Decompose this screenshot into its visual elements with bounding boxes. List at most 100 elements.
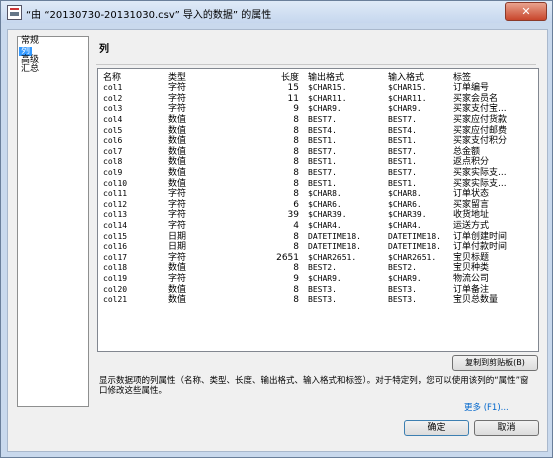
cell-label: 宝贝总数量 (453, 295, 499, 306)
cell-length: 8 (293, 146, 299, 157)
table-row[interactable]: col17 字符 2651 $CHAR2651. $CHAR2651. 宝贝标题 (98, 253, 538, 264)
cell-label: 宝贝种类 (453, 263, 490, 274)
cell-length: 39 (287, 210, 299, 221)
cell-type: 日期 (168, 242, 187, 253)
dialog-content: 常规 列 高级 汇总 列 名称 类型 长度 输出格式 输入格式 标签 col1 … (7, 29, 548, 452)
cell-output-format: $CHAR39. (308, 210, 347, 220)
cell-type: 字符 (168, 252, 187, 263)
cell-length: 8 (293, 125, 299, 136)
cell-label: 买家支付宝... (453, 104, 507, 115)
table-row[interactable]: col21 数值 8 BEST3. BEST3. 宝贝总数量 (98, 295, 538, 306)
columns-table: 名称 类型 长度 输出格式 输入格式 标签 col1 字符 15 $CHAR15. $C… (97, 68, 539, 352)
cell-type: 字符 (168, 104, 187, 115)
cell-name: col2 (103, 93, 123, 103)
cell-type: 字符 (168, 189, 187, 200)
cell-output-format: BEST3. (308, 284, 337, 294)
copy-to-clipboard-button[interactable]: 复制到剪贴板(B) (452, 355, 538, 371)
table-row[interactable]: col2 字符 11 $CHAR11. $CHAR11. 买家会员名 (98, 94, 538, 105)
cell-output-format: BEST7. (308, 146, 337, 156)
cell-name: col9 (103, 168, 123, 178)
table-row[interactable]: col12 字符 6 $CHAR6. $CHAR6. 买家留言 (98, 200, 538, 211)
table-row[interactable]: col4 数值 8 BEST7. BEST7. 买家应付货款 (98, 115, 538, 126)
table-row[interactable]: col20 数值 8 BEST3. BEST3. 订单备注 (98, 284, 538, 295)
nav-item-summary[interactable]: 汇总 (18, 65, 88, 74)
cell-name: col15 (103, 231, 128, 241)
column-header-output-format[interactable]: 输出格式 (303, 69, 383, 83)
cell-name: col1 (103, 83, 123, 93)
cell-length: 11 (287, 93, 299, 104)
cell-input-format: $CHAR39. (388, 210, 427, 220)
cell-output-format: BEST1. (308, 136, 337, 146)
cell-input-format: $CHAR8. (388, 189, 422, 199)
column-header-input-format[interactable]: 输入格式 (383, 69, 448, 83)
table-row[interactable]: col5 数值 8 BEST4. BEST4. 买家应付邮费 (98, 125, 538, 136)
column-header-label[interactable]: 标签 (448, 69, 538, 83)
table-row[interactable]: col6 数值 8 BEST1. BEST1. 买家支付积分 (98, 136, 538, 147)
cell-name: col13 (103, 210, 128, 220)
table-row[interactable]: col7 数值 8 BEST7. BEST7. 总金额 (98, 147, 538, 158)
cell-name: col3 (103, 104, 123, 114)
cell-type: 数值 (168, 146, 187, 157)
cell-input-format: BEST7. (388, 146, 417, 156)
cell-input-format: BEST3. (388, 284, 417, 294)
column-header-length[interactable]: 长度 (248, 69, 303, 83)
cell-label: 买家留言 (453, 199, 490, 210)
cell-length: 8 (293, 231, 299, 242)
table-row[interactable]: col18 数值 8 BEST2. BEST2. 宝贝种类 (98, 263, 538, 274)
cell-label: 买家实际支... (453, 178, 507, 189)
column-header-type[interactable]: 类型 (163, 69, 248, 83)
cell-name: col19 (103, 273, 128, 283)
window-title: “由 “20130730-20131030.csv” 导入的数据” 的属性 (26, 10, 272, 21)
cell-type: 字符 (168, 83, 187, 94)
cell-type: 数值 (168, 178, 187, 189)
nav-item-general[interactable]: 常规 (18, 37, 88, 46)
cell-input-format: $CHAR4. (388, 221, 422, 231)
cell-length: 4 (293, 221, 299, 232)
table-row[interactable]: col19 字符 9 $CHAR9. $CHAR9. 物流公司 (98, 274, 538, 285)
cell-output-format: $CHAR15. (308, 83, 347, 93)
cell-output-format: $CHAR9. (308, 104, 342, 114)
cell-type: 字符 (168, 221, 187, 232)
cell-name: col6 (103, 136, 123, 146)
cell-label: 总金额 (453, 146, 481, 157)
close-button[interactable]: ✕ (505, 2, 547, 21)
table-row[interactable]: col1 字符 15 $CHAR15. $CHAR15. 订单编号 (98, 83, 538, 94)
cell-input-format: $CHAR11. (388, 93, 427, 103)
more-help-link[interactable]: 更多 (F1)... (464, 403, 509, 413)
table-row[interactable]: col15 日期 8 DATETIME18. DATETIME18. 订单创建时间 (98, 231, 538, 242)
cell-length: 8 (293, 136, 299, 147)
table-row[interactable]: col10 数值 8 BEST1. BEST1. 买家实际支... (98, 178, 538, 189)
ok-button[interactable]: 确定 (404, 420, 469, 436)
cell-input-format: $CHAR2651. (388, 252, 437, 262)
cancel-button[interactable]: 取消 (474, 420, 539, 436)
cell-type: 字符 (168, 273, 187, 284)
cell-output-format: $CHAR4. (308, 221, 342, 231)
cell-length: 8 (293, 295, 299, 306)
table-row[interactable]: col9 数值 8 BEST7. BEST7. 买家实际支... (98, 168, 538, 179)
cell-type: 字符 (168, 199, 187, 210)
cell-output-format: BEST2. (308, 263, 337, 273)
table-row[interactable]: col8 数值 8 BEST1. BEST1. 返点积分 (98, 157, 538, 168)
table-row[interactable]: col13 字符 39 $CHAR39. $CHAR39. 收货地址 (98, 210, 538, 221)
table-row[interactable]: col3 字符 9 $CHAR9. $CHAR9. 买家支付宝... (98, 104, 538, 115)
column-header-name[interactable]: 名称 (98, 69, 163, 83)
table-row[interactable]: col14 字符 4 $CHAR4. $CHAR4. 运送方式 (98, 221, 538, 232)
cell-type: 数值 (168, 136, 187, 147)
cell-length: 8 (293, 178, 299, 189)
cell-type: 数值 (168, 115, 187, 126)
section-title: 列 (99, 44, 109, 55)
cell-output-format: $CHAR11. (308, 93, 347, 103)
cell-input-format: $CHAR9. (388, 104, 422, 114)
cell-length: 6 (293, 199, 299, 210)
description-panel: 显示数据项的列属性（名称、类型、长度、输出格式、输入格式和标签）。对于特定列，您… (97, 375, 529, 417)
cell-type: 日期 (168, 231, 187, 242)
title-bar: “由 “20130730-20131030.csv” 导入的数据” 的属性 ✕ (1, 1, 552, 23)
cell-length: 8 (293, 284, 299, 295)
table-row[interactable]: col16 日期 8 DATETIME18. DATETIME18. 订单付款时间 (98, 242, 538, 253)
cell-length: 8 (293, 263, 299, 274)
cell-type: 数值 (168, 295, 187, 306)
cell-name: col18 (103, 263, 128, 273)
cell-length: 8 (293, 242, 299, 253)
cell-name: col11 (103, 189, 128, 199)
table-row[interactable]: col11 字符 8 $CHAR8. $CHAR8. 订单状态 (98, 189, 538, 200)
